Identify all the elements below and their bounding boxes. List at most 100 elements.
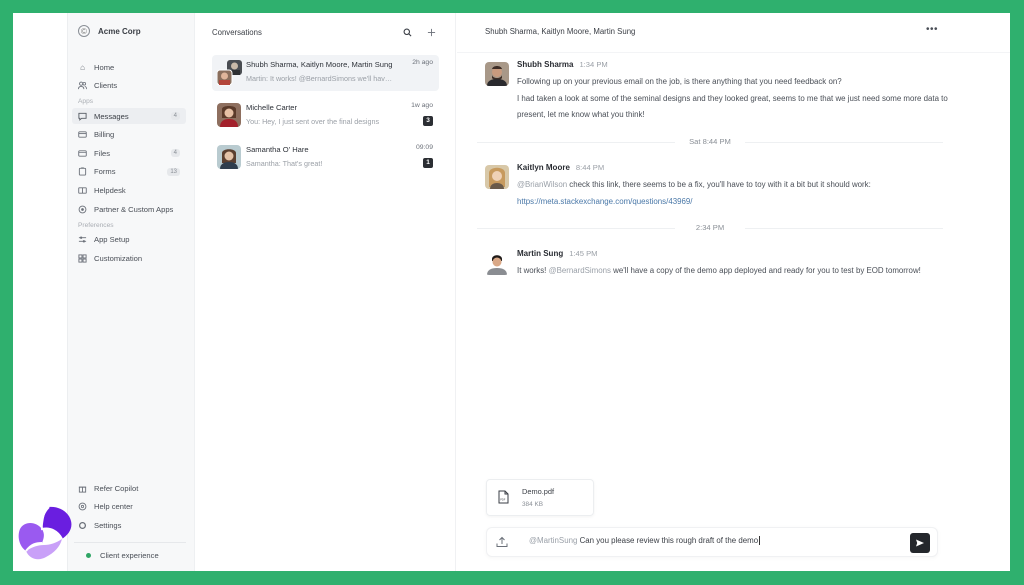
left-gutter bbox=[13, 13, 67, 571]
conversation-time: 09:09 bbox=[415, 144, 433, 151]
sidebar-item-settings[interactable]: Settings bbox=[72, 517, 186, 533]
message: Kaitlyn Moore 8:44 PM @BrianWilson check … bbox=[485, 163, 955, 210]
sidebar-item-messages[interactable]: Messages 4 bbox=[72, 108, 186, 125]
avatar bbox=[485, 251, 509, 275]
chat-header: Shubh Sharma, Kaitlyn Moore, Martin Sung… bbox=[457, 13, 1010, 53]
message-author: Shubh Sharma bbox=[517, 60, 574, 69]
conversation-preview: Samantha: That's great! bbox=[246, 159, 323, 168]
sidebar-item-helpdesk[interactable]: Helpdesk bbox=[72, 183, 186, 199]
more-icon: ••• bbox=[925, 24, 938, 35]
app-window: © Acme Corp ⌂ Home Clients Apps Messages… bbox=[13, 13, 1010, 571]
mention[interactable]: @BernardSimons bbox=[549, 266, 611, 275]
brand-name: Acme Corp bbox=[98, 26, 141, 36]
sidebar: © Acme Corp ⌂ Home Clients Apps Messages… bbox=[67, 13, 195, 571]
date-divider: Sat 8:44 PM bbox=[477, 137, 943, 147]
avatar bbox=[217, 102, 241, 127]
message-time: 1:45 PM bbox=[569, 249, 598, 258]
message: Shubh Sharma 1:34 PM Following up on your… bbox=[485, 60, 955, 124]
sliders-icon bbox=[78, 235, 87, 244]
search-button[interactable] bbox=[400, 25, 415, 40]
home-icon: ⌂ bbox=[80, 62, 85, 72]
search-icon bbox=[403, 28, 412, 36]
unread-badge: 3 bbox=[423, 115, 433, 126]
conversation-item[interactable]: Michelle Carter You: Hey, I just sent ov… bbox=[212, 98, 439, 134]
message-icon bbox=[78, 112, 87, 121]
message-composer: @MartinSung Can you please review this r… bbox=[486, 527, 938, 557]
sidebar-item-customization[interactable]: Customization bbox=[72, 250, 186, 266]
message: Martin Sung 1:45 PM It works! @BernardSim… bbox=[485, 249, 955, 280]
conversation-name: Samantha O' Hare bbox=[246, 145, 309, 154]
conversation-preview: You: Hey, I just sent over the final des… bbox=[246, 116, 380, 126]
brand[interactable]: © Acme Corp bbox=[78, 25, 141, 37]
clipboard-icon bbox=[78, 167, 87, 177]
message-text: Following up on your previous email on t… bbox=[517, 77, 948, 119]
target-icon bbox=[78, 205, 87, 214]
group-avatar bbox=[216, 60, 242, 86]
message-author: Martin Sung bbox=[517, 249, 564, 258]
conversation-list: Shubh Sharma, Kaitlyn Moore, Martin Sung… bbox=[212, 55, 439, 183]
avatar bbox=[485, 62, 509, 86]
unread-badge: 1 bbox=[423, 158, 433, 168]
attachment-name: Demo.pdf bbox=[522, 487, 555, 496]
pdf-file-icon: PDF bbox=[498, 490, 509, 504]
sidebar-item-home[interactable]: ⌂ Home bbox=[72, 59, 186, 75]
message-input[interactable]: @MartinSung Can you please review this r… bbox=[529, 536, 889, 550]
sidebar-item-refer-copilot[interactable]: Refer Copilot bbox=[72, 480, 186, 496]
new-conversation-button[interactable] bbox=[424, 25, 439, 40]
sidebar-item-billing[interactable]: Billing bbox=[72, 127, 186, 143]
message-time: 8:44 PM bbox=[575, 163, 605, 172]
sidebar-item-forms[interactable]: Forms 13 bbox=[72, 164, 186, 180]
message-time: 1:34 PM bbox=[579, 60, 608, 69]
more-options-button[interactable]: ••• bbox=[926, 24, 938, 35]
status-dot-icon bbox=[84, 551, 93, 560]
conversation-time: 1w ago bbox=[411, 101, 433, 109]
mention[interactable]: @BrianWilson bbox=[517, 180, 567, 189]
attachment-size: 384 KB bbox=[522, 501, 543, 508]
message-link[interactable]: https://meta.stackexchange.com/questions… bbox=[517, 197, 692, 206]
sidebar-item-help-center[interactable]: Help center bbox=[72, 499, 186, 515]
send-button[interactable] bbox=[910, 533, 930, 553]
client-experience-button[interactable]: Client experience bbox=[78, 547, 165, 563]
send-icon bbox=[916, 539, 924, 547]
svg-text:PDF: PDF bbox=[500, 498, 506, 502]
attachment-card[interactable]: PDF Demo.pdf 384 KB bbox=[486, 479, 594, 516]
sidebar-item-partner-apps[interactable]: Partner & Custom Apps bbox=[72, 201, 186, 217]
avatar bbox=[485, 165, 509, 189]
copilot-logo-icon bbox=[18, 506, 72, 560]
message-text: It works! @BernardSimons we'll have a co… bbox=[517, 266, 921, 275]
sidebar-bottom-nav: Refer Copilot Help center Settings bbox=[72, 480, 186, 536]
conversation-item[interactable]: Shubh Sharma, Kaitlyn Moore, Martin Sung… bbox=[212, 55, 439, 91]
conversation-time: 2h ago bbox=[412, 59, 433, 66]
message-text: @BrianWilson check this link, there seem… bbox=[517, 180, 871, 206]
sidebar-item-files[interactable]: Files 4 bbox=[72, 145, 186, 161]
users-icon bbox=[78, 81, 87, 90]
chat-panel: Shubh Sharma, Kaitlyn Moore, Martin Sung… bbox=[457, 13, 1010, 571]
sidebar-divider bbox=[74, 542, 186, 543]
sidebar-item-clients[interactable]: Clients bbox=[72, 78, 186, 94]
message-author: Kaitlyn Moore bbox=[517, 163, 570, 172]
conversation-name: Michelle Carter bbox=[246, 102, 298, 112]
conversations-title: Conversations bbox=[212, 27, 262, 37]
text-caret bbox=[759, 536, 761, 546]
section-apps: Apps bbox=[78, 98, 94, 106]
brand-logo-icon: © bbox=[78, 25, 90, 37]
conversations-panel: Conversations Shubh Sharma, Kaitlyn Moor… bbox=[196, 13, 456, 571]
sidebar-nav: ⌂ Home Clients Apps Messages 4 Billing F… bbox=[72, 59, 186, 269]
avatar bbox=[217, 145, 241, 169]
upload-icon[interactable] bbox=[496, 536, 508, 548]
grid-icon bbox=[78, 254, 87, 263]
conversation-name: Shubh Sharma, Kaitlyn Moore, Martin Sung bbox=[246, 60, 393, 69]
conversation-item[interactable]: Samantha O' Hare Samantha: That's great!… bbox=[212, 140, 439, 176]
folder-icon bbox=[78, 149, 87, 158]
files-badge: 4 bbox=[170, 149, 180, 158]
gift-icon bbox=[78, 484, 87, 493]
date-divider: 2:34 PM bbox=[477, 223, 943, 233]
chat-title: Shubh Sharma, Kaitlyn Moore, Martin Sung bbox=[485, 27, 636, 36]
forms-badge: 13 bbox=[167, 167, 180, 176]
conversations-header: Conversations bbox=[212, 25, 439, 39]
sidebar-item-app-setup[interactable]: App Setup bbox=[72, 232, 186, 248]
section-preferences: Preferences bbox=[78, 221, 114, 229]
conversation-preview: Martin: It works! @BernardSimons we'll h… bbox=[246, 74, 396, 83]
plus-icon bbox=[427, 28, 436, 36]
credit-card-icon bbox=[78, 130, 87, 139]
